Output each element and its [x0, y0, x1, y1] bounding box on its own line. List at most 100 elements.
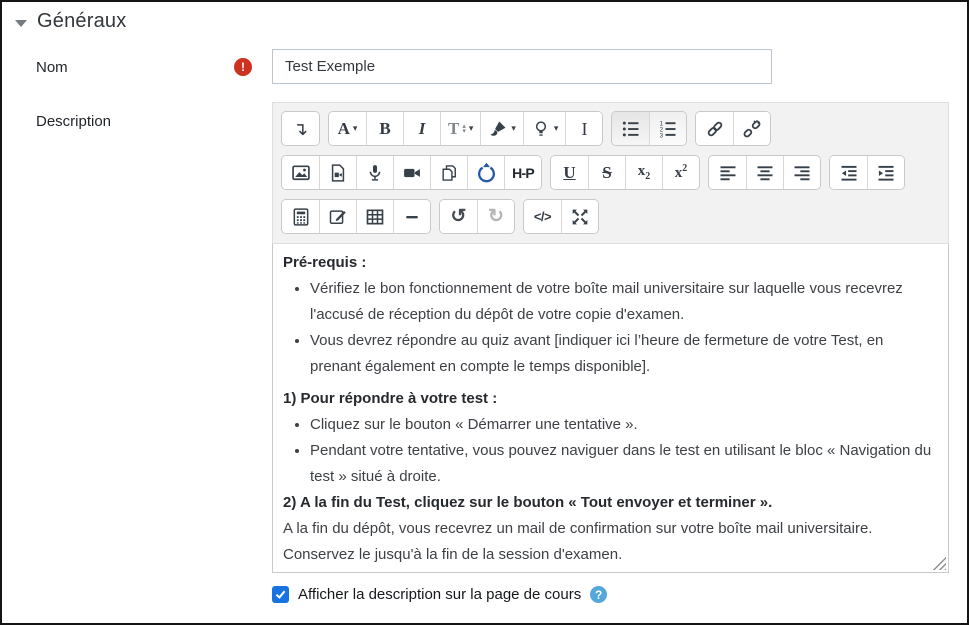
description-textarea[interactable]: Pré-requis : Vérifiez le bon fonctionnem… — [272, 244, 949, 573]
section-toggle-generaux[interactable]: Généraux — [15, 10, 126, 33]
editor-toolbar: ↴ A ▾ B I T ▴▾ ▾ — [272, 102, 949, 244]
fullscreen-arrows-icon — [570, 207, 590, 227]
align-center-button[interactable] — [746, 156, 783, 189]
align-left-icon — [718, 163, 738, 183]
chevron-down-icon: ▾ — [554, 124, 559, 133]
insert-image-button[interactable] — [282, 156, 319, 189]
chemistry-editor-button[interactable] — [319, 200, 356, 233]
video-camera-icon — [402, 163, 422, 183]
paragraph-styles-button[interactable]: A ▾ — [329, 112, 366, 145]
circular-up-arrow-icon — [476, 162, 497, 183]
underline-icon: U — [563, 164, 575, 181]
content-heading: Pré-requis : — [283, 250, 937, 276]
unordered-list-button[interactable] — [612, 112, 649, 145]
description-label: Description — [36, 113, 111, 130]
horizontal-rule-icon — [402, 207, 422, 227]
show-description-checkbox[interactable] — [272, 586, 289, 603]
italic-icon: I — [419, 120, 426, 137]
name-input[interactable] — [272, 49, 772, 84]
indent-button[interactable] — [867, 156, 904, 189]
h5p-button[interactable]: H-P — [504, 156, 541, 189]
content-bullet-list: Vérifiez le bon fonctionnement de votre … — [283, 276, 937, 380]
section-title: Généraux — [37, 10, 126, 33]
content-bullet: Vérifiez le bon fonctionnement de votre … — [310, 276, 937, 328]
insert-table-button[interactable] — [356, 200, 393, 233]
underline-button[interactable]: U — [551, 156, 588, 189]
font-size-icon: T — [448, 120, 459, 137]
undo-button[interactable]: ↺ — [440, 200, 477, 233]
content-bullet: Pendant votre tentative, vous pouvez nav… — [310, 438, 937, 490]
name-label: Nom — [36, 59, 68, 76]
help-icon[interactable]: ? — [590, 586, 607, 603]
strikethrough-icon: S — [602, 164, 611, 181]
collapse-toolbar-button[interactable]: ↴ — [282, 112, 319, 145]
description-editor: ↴ A ▾ B I T ▴▾ ▾ — [272, 102, 949, 573]
superscript-icon: x2 — [675, 164, 688, 181]
collapse-arrow-icon: ↴ — [293, 120, 308, 138]
letter-a-icon: A — [338, 120, 350, 137]
chevron-down-icon: ▾ — [353, 124, 358, 133]
recover-draft-button[interactable] — [467, 156, 504, 189]
required-icon: ! — [234, 58, 252, 76]
indent-icon — [876, 163, 896, 183]
italic-button[interactable]: I — [403, 112, 440, 145]
highlighter-button[interactable]: ▾ — [523, 112, 566, 145]
link-button[interactable] — [696, 112, 733, 145]
align-center-icon — [755, 163, 775, 183]
align-right-icon — [792, 163, 812, 183]
pages-copy-icon — [439, 163, 459, 183]
bullet-list-icon — [621, 119, 641, 139]
link-icon — [705, 119, 725, 139]
content-paragraph: A la fin du dépôt, vous recevrez un mail… — [283, 516, 937, 568]
image-icon — [291, 163, 311, 183]
content-bullet: Cliquez sur le bouton « Démarrer une ten… — [310, 412, 937, 438]
h5p-icon: H-P — [512, 165, 534, 181]
text-cursor-button[interactable]: I — [565, 112, 602, 145]
font-color-button[interactable]: ▾ — [480, 112, 523, 145]
up-down-arrows-icon: ▴▾ — [462, 124, 466, 134]
align-right-button[interactable] — [783, 156, 820, 189]
lightbulb-icon — [531, 119, 551, 139]
bold-icon: B — [379, 120, 390, 137]
show-description-row: Afficher la description sur la page de c… — [272, 586, 607, 603]
paintbrush-icon — [488, 119, 508, 139]
font-size-button[interactable]: T ▴▾ ▾ — [440, 112, 480, 145]
content-heading: 1) Pour répondre à votre test : — [283, 386, 937, 412]
ordered-list-button[interactable]: 1 2 3 — [649, 112, 686, 145]
chevron-down-icon — [15, 20, 27, 27]
content-heading: 2) A la fin du Test, cliquez sur le bout… — [283, 490, 937, 516]
bold-button[interactable]: B — [366, 112, 403, 145]
ibeam-icon: I — [581, 120, 587, 138]
checkmark-icon — [276, 588, 286, 598]
record-audio-button[interactable] — [356, 156, 393, 189]
manage-files-button[interactable] — [430, 156, 467, 189]
record-video-button[interactable] — [393, 156, 430, 189]
outdent-icon — [839, 163, 859, 183]
redo-icon: ↻ — [488, 207, 504, 226]
content-bullet-list: Cliquez sur le bouton « Démarrer une ten… — [283, 412, 937, 490]
edit-square-icon — [328, 207, 348, 227]
outdent-button[interactable] — [830, 156, 867, 189]
align-left-button[interactable] — [709, 156, 746, 189]
insert-media-button[interactable] — [319, 156, 356, 189]
superscript-button[interactable]: x2 — [662, 156, 699, 189]
fullscreen-button[interactable] — [561, 200, 598, 233]
calculator-icon — [291, 207, 311, 227]
chevron-down-icon: ▾ — [469, 124, 474, 133]
table-icon — [365, 207, 385, 227]
media-file-icon — [328, 163, 348, 183]
horizontal-rule-button[interactable] — [393, 200, 430, 233]
html-source-button[interactable]: </> — [524, 200, 561, 233]
subscript-icon: x2 — [638, 164, 651, 182]
unlink-button[interactable] — [733, 112, 770, 145]
microphone-icon — [365, 163, 385, 183]
numbered-list-icon: 1 2 3 — [658, 119, 678, 139]
chevron-down-icon: ▾ — [511, 124, 516, 133]
subscript-button[interactable]: x2 — [625, 156, 662, 189]
unlink-icon — [742, 119, 762, 139]
redo-button[interactable]: ↻ — [477, 200, 514, 233]
strikethrough-button[interactable]: S — [588, 156, 625, 189]
content-bullet: Vous devrez répondre au quiz avant [indi… — [310, 328, 937, 380]
equation-editor-button[interactable] — [282, 200, 319, 233]
show-description-label: Afficher la description sur la page de c… — [298, 586, 581, 603]
